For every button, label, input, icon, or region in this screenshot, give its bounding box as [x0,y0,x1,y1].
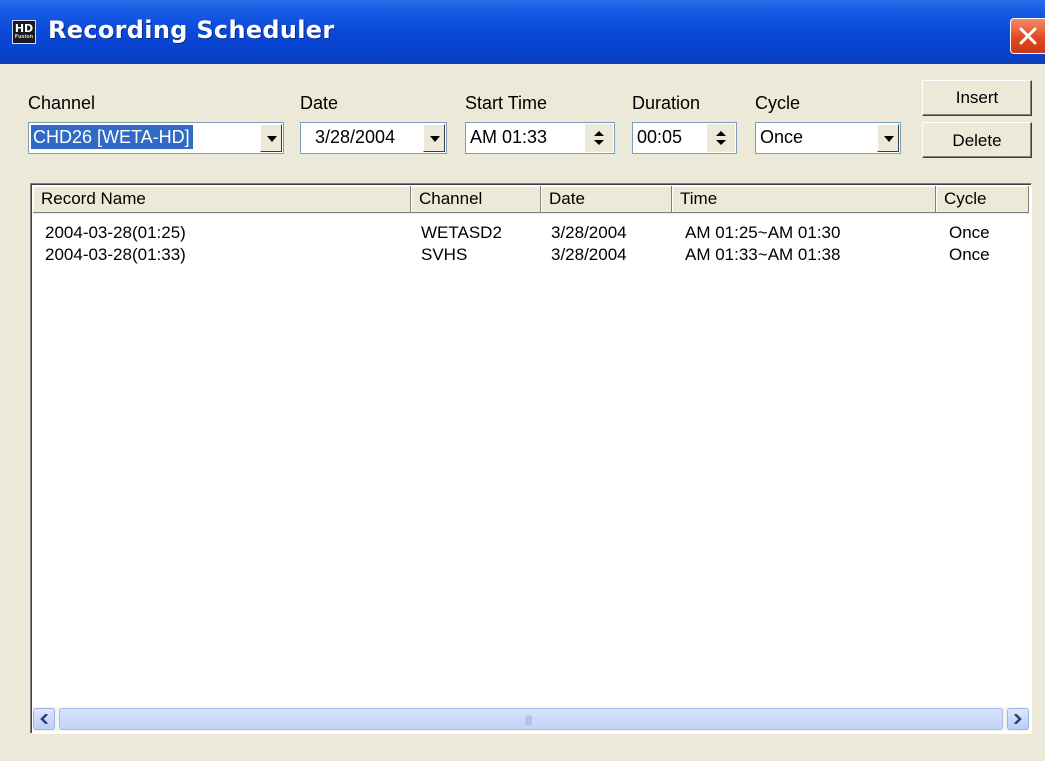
dropdown-arrow-icon [430,136,440,142]
table-row[interactable]: 2004-03-28(01:33) SVHS 3/28/2004 AM 01:3… [33,244,1029,266]
cell-cycle: Once [949,245,990,264]
start-time-spinner[interactable]: AM 01:33 [465,122,615,154]
duration-value[interactable]: 00:05 [637,125,682,149]
delete-button[interactable]: Delete [922,122,1032,158]
cell-channel: WETASD2 [421,223,502,242]
recording-list[interactable]: Record Name Channel Date Time Cycle 2004… [30,183,1032,734]
window-title: Recording Scheduler [48,16,335,44]
cell-channel: SVHS [421,245,468,264]
close-icon [1019,27,1037,45]
cell-record-name: 2004-03-28(01:33) [45,245,186,264]
date-picker[interactable]: 3/28/2004 [300,122,447,154]
column-header-date[interactable]: Date [541,186,672,213]
start-time-value[interactable]: AM 01:33 [470,125,547,149]
recording-scheduler-window: HD Fusion Recording Scheduler Channel Da… [0,0,1045,761]
dropdown-arrow-icon [884,136,894,142]
cell-date: 3/28/2004 [551,223,627,242]
date-value: 3/28/2004 [315,127,396,147]
app-icon-subtext: Fusion [14,34,34,40]
scroll-right-icon [1014,714,1022,724]
start-time-label: Start Time [465,93,548,113]
cycle-label: Cycle [755,93,801,113]
cycle-dropdown[interactable]: Once [755,122,901,154]
insert-button[interactable]: Insert [922,80,1032,116]
scrollbar-thumb[interactable]: |||| [59,708,1003,730]
scroll-left-icon [40,714,48,724]
cell-record-name: 2004-03-28(01:25) [45,223,186,242]
duration-spinner[interactable]: 00:05 [632,122,737,154]
spin-down-icon[interactable] [594,140,604,145]
cell-cycle: Once [949,223,990,242]
channel-dropdown-button[interactable] [260,124,282,152]
cell-date: 3/28/2004 [551,245,627,264]
date-dropdown-button[interactable] [423,124,445,152]
column-header-channel[interactable]: Channel [411,186,541,213]
horizontal-scrollbar[interactable]: |||| [33,707,1029,731]
cell-time: AM 01:33~AM 01:38 [685,245,841,264]
date-label: Date [300,93,339,113]
scroll-right-button[interactable] [1007,708,1029,730]
spin-down-icon[interactable] [716,140,726,145]
duration-label: Duration [632,93,701,113]
column-header-time[interactable]: Time [672,186,936,213]
close-button[interactable] [1010,18,1045,54]
hd-fusion-app-icon[interactable]: HD Fusion [12,20,36,44]
cell-time: AM 01:25~AM 01:30 [685,223,841,242]
cycle-value: Once [760,127,804,147]
dropdown-arrow-icon [267,136,277,142]
scroll-left-button[interactable] [33,708,55,730]
spin-up-icon[interactable] [716,131,726,136]
start-time-spin-buttons[interactable] [585,124,613,152]
column-header-cycle[interactable]: Cycle [936,186,1029,213]
channel-label: Channel [28,93,96,113]
scrollbar-grip-icon: |||| [525,715,532,726]
title-bar[interactable]: HD Fusion Recording Scheduler [0,0,1045,64]
channel-selected-value: CHD26 [WETA-HD] [31,125,193,149]
channel-dropdown[interactable]: CHD26 [WETA-HD] [28,122,284,154]
spin-up-icon[interactable] [594,131,604,136]
table-row[interactable]: 2004-03-28(01:25) WETASD2 3/28/2004 AM 0… [33,222,1029,244]
column-header-record-name[interactable]: Record Name [33,186,411,213]
list-header: Record Name Channel Date Time Cycle [33,186,1029,214]
cycle-dropdown-button[interactable] [877,124,899,152]
duration-spin-buttons[interactable] [707,124,735,152]
